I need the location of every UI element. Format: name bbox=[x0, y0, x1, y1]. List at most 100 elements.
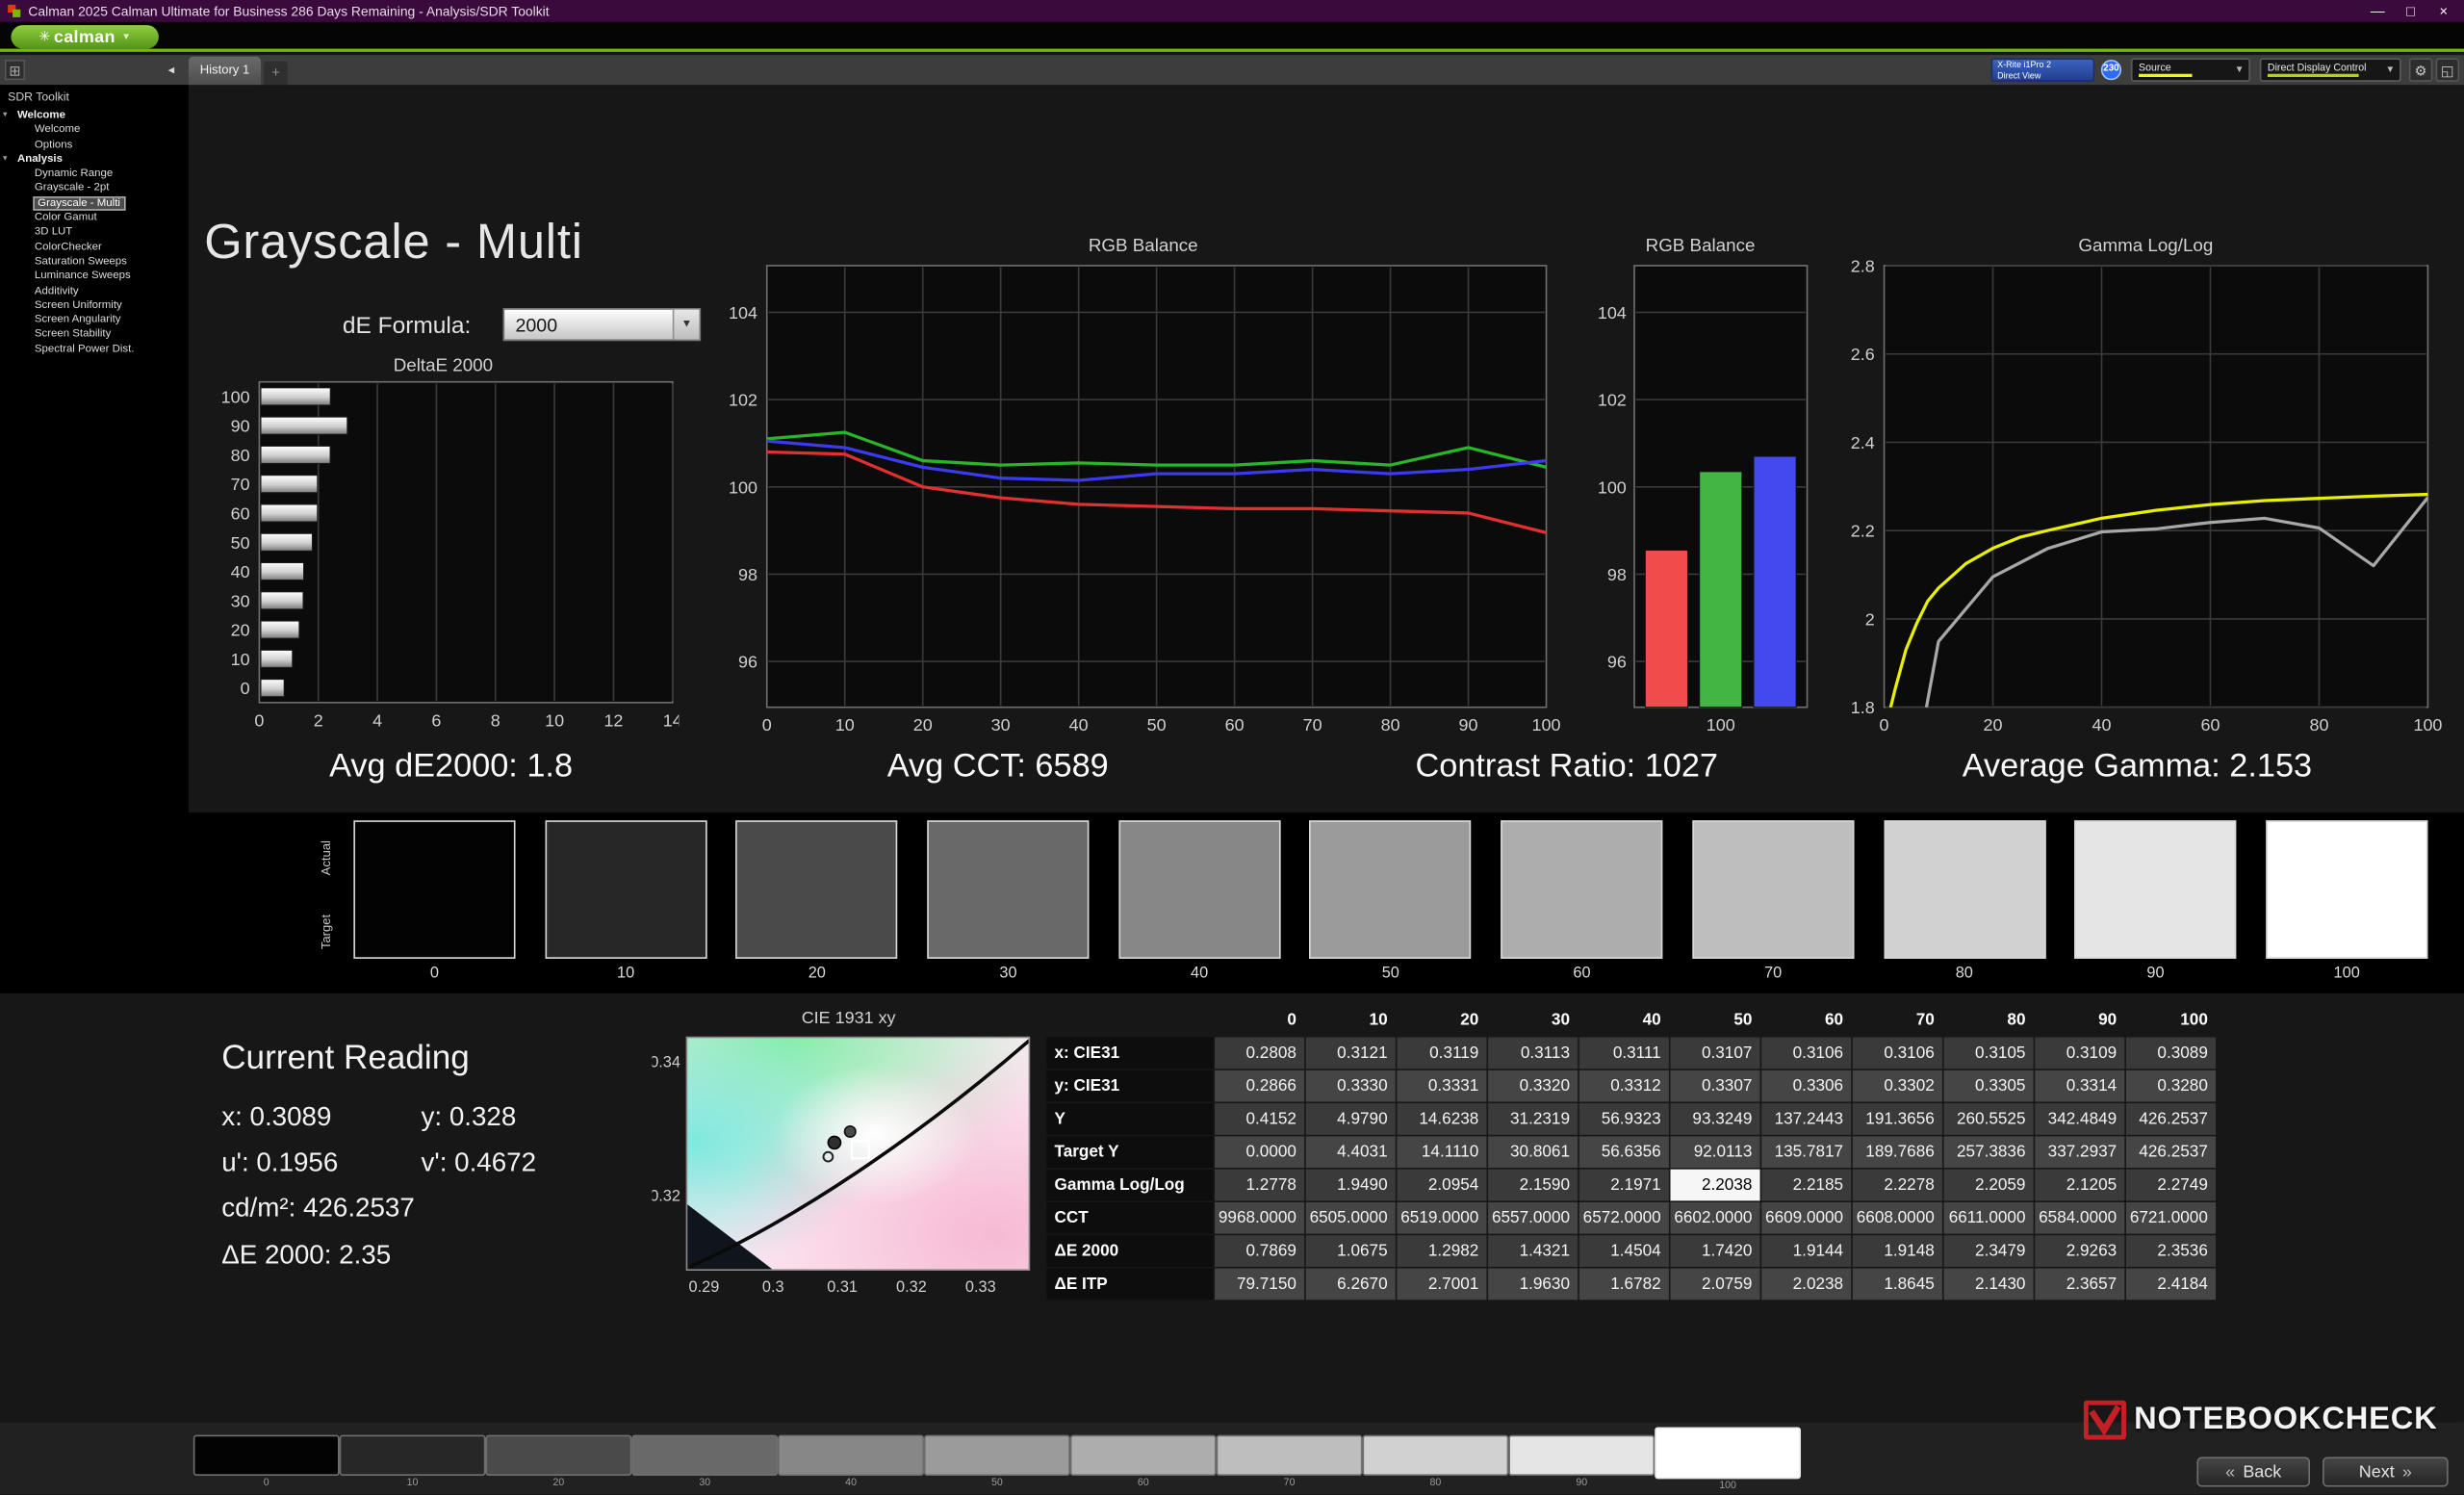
sidebar-item-grayscale-2pt[interactable]: Grayscale - 2pt bbox=[0, 182, 189, 196]
thumbnail-level-label: 10 bbox=[406, 1477, 419, 1489]
close-icon[interactable]: × bbox=[2431, 0, 2456, 22]
maximize-icon[interactable]: □ bbox=[2398, 0, 2423, 22]
sidebar-item-luminance-sweeps[interactable]: Luminance Sweeps bbox=[0, 270, 189, 284]
thumbnail-level-label: 0 bbox=[263, 1477, 270, 1489]
sidebar-item-dynamic-range[interactable]: Dynamic Range bbox=[0, 167, 189, 181]
level-thumbnail-40[interactable]: 40 bbox=[778, 1434, 924, 1488]
sidebar-item-colorchecker[interactable]: ColorChecker bbox=[0, 240, 189, 254]
table-cell: 14.1110 bbox=[1397, 1136, 1487, 1169]
rgb-balance-line-chart: 96 98 100 102 104 0 10 20 30 40 50 60 70 80 90 100 bbox=[729, 265, 1561, 735]
calman-logo-button[interactable]: ✳ calman ▼ bbox=[11, 25, 159, 49]
grayscale-swatch-30: 30 bbox=[927, 820, 1090, 982]
table-col-header-40: 40 bbox=[1642, 1010, 1661, 1030]
table-row-label: ΔE ITP bbox=[1046, 1268, 1214, 1301]
screen-icon[interactable]: ◱ bbox=[2435, 58, 2460, 82]
table-row-label: ΔE 2000 bbox=[1046, 1235, 1214, 1267]
table-cell: 2.9263 bbox=[2035, 1235, 2125, 1267]
sidebar-item-options[interactable]: Options bbox=[0, 138, 189, 152]
deltae-chart-title: DeltaE 2000 bbox=[393, 356, 494, 376]
table-cell: 0.3331 bbox=[1397, 1070, 1487, 1102]
meter-select-button[interactable]: X-Rite i1Pro 2 Direct View bbox=[1990, 58, 2095, 82]
sidebar-item-color-gamut[interactable]: Color Gamut bbox=[0, 211, 189, 225]
svg-text:102: 102 bbox=[1598, 391, 1627, 410]
swatch-level-label: 100 bbox=[2333, 965, 2360, 983]
display-control-dropdown[interactable]: Direct Display Control ▼ bbox=[2259, 58, 2401, 82]
grayscale-swatch-10: 10 bbox=[545, 820, 707, 982]
sidebar-item-3d-lut[interactable]: 3D LUT bbox=[0, 225, 189, 240]
notebookcheck-watermark: NOTEBOOKCHECK bbox=[2083, 1400, 2438, 1440]
thumbnail-level-label: 90 bbox=[1576, 1477, 1588, 1489]
sidebar-title: SDR Toolkit bbox=[8, 90, 69, 104]
svg-text:100: 100 bbox=[2413, 715, 2442, 735]
table-cell: 0.3109 bbox=[2035, 1037, 2125, 1070]
sidebar-group-analysis[interactable]: ▾ Analysis bbox=[0, 152, 189, 167]
sidebar-item-saturation-sweeps[interactable]: Saturation Sweeps bbox=[0, 254, 189, 269]
swatch-patch bbox=[2074, 820, 2237, 959]
swatch-patch bbox=[1692, 820, 1855, 959]
table-cell: 0.3106 bbox=[1852, 1037, 1942, 1070]
grayscale-swatch-60: 60 bbox=[1501, 820, 1663, 982]
window-title: Calman 2025 Calman Ultimate for Business… bbox=[28, 3, 550, 19]
table-cell: 1.2982 bbox=[1397, 1235, 1487, 1267]
table-cell: 0.3113 bbox=[1488, 1037, 1578, 1070]
svg-text:0: 0 bbox=[254, 710, 264, 730]
level-thumbnail-30[interactable]: 30 bbox=[631, 1434, 779, 1489]
level-thumbnail-100[interactable]: 100 bbox=[1655, 1427, 1802, 1492]
sidebar-item-additivity[interactable]: Additivity bbox=[0, 284, 189, 298]
next-label: Next bbox=[2358, 1462, 2395, 1482]
source-dropdown[interactable]: Source ▼ bbox=[2130, 58, 2250, 82]
table-cell: 0.0000 bbox=[1215, 1136, 1305, 1169]
sidebar-group-welcome[interactable]: ▾ Welcome bbox=[0, 109, 189, 123]
level-thumbnail-10[interactable]: 10 bbox=[339, 1434, 486, 1489]
thumbnail-level-label: 30 bbox=[699, 1477, 711, 1489]
minimize-icon[interactable]: — bbox=[2365, 0, 2390, 22]
avg-gamma-summary: Average Gamma: 2.153 bbox=[1962, 748, 2313, 785]
expander-icon: ▾ bbox=[3, 110, 8, 120]
avg-de-summary: Avg dE2000: 1.8 bbox=[329, 748, 574, 785]
svg-text:2: 2 bbox=[314, 710, 323, 730]
workspace-icon[interactable]: ⊞ bbox=[4, 60, 26, 81]
swatch-level-label: 70 bbox=[1764, 965, 1783, 983]
level-thumbnail-0[interactable]: 0 bbox=[192, 1434, 340, 1489]
meter-count-badge: 230 bbox=[2100, 60, 2122, 81]
de-formula-dropdown[interactable]: 2000 ▼ bbox=[502, 307, 702, 342]
table-cell: 2.7001 bbox=[1397, 1268, 1487, 1301]
reading-y: y: 0.328 bbox=[421, 1101, 517, 1132]
sidebar-item-screen-angularity[interactable]: Screen Angularity bbox=[0, 313, 189, 327]
table-cell: 4.4031 bbox=[1305, 1136, 1396, 1169]
thumbnail-level-label: 100 bbox=[1719, 1480, 1736, 1492]
level-thumbnail-80[interactable]: 80 bbox=[1362, 1434, 1509, 1488]
table-cell: 0.3280 bbox=[2125, 1070, 2217, 1102]
collapse-left-icon[interactable]: ◂ bbox=[162, 60, 181, 80]
level-thumbnail-50[interactable]: 50 bbox=[923, 1434, 1070, 1488]
sidebar-item-spectral-power-dist[interactable]: Spectral Power Dist. bbox=[0, 343, 189, 357]
gear-icon[interactable]: ⚙ bbox=[2408, 58, 2433, 82]
chevron-down-icon: ▼ bbox=[121, 32, 131, 42]
table-cell: 6.2670 bbox=[1305, 1268, 1396, 1301]
level-thumbnail-90[interactable]: 90 bbox=[1508, 1434, 1656, 1489]
sidebar-item-welcome[interactable]: Welcome bbox=[0, 123, 189, 138]
level-thumbnail-60[interactable]: 60 bbox=[1069, 1434, 1217, 1488]
thumbnail-patch bbox=[1655, 1427, 1802, 1480]
swatch-patch bbox=[353, 820, 516, 959]
svg-text:0.29: 0.29 bbox=[689, 1278, 720, 1296]
sidebar-item-screen-uniformity[interactable]: Screen Uniformity bbox=[0, 298, 189, 313]
thumbnail-patch bbox=[485, 1434, 632, 1477]
svg-text:80: 80 bbox=[231, 446, 250, 465]
new-tab-button[interactable]: + bbox=[264, 61, 288, 86]
swatch-level-label: 80 bbox=[1955, 965, 1973, 983]
sidebar-item-grayscale-multi[interactable]: Grayscale - Multi bbox=[0, 195, 189, 211]
tab-history-1[interactable]: History 1 bbox=[188, 56, 262, 86]
sidebar-item-screen-stability[interactable]: Screen Stability bbox=[0, 327, 189, 342]
table-cell: 0.7869 bbox=[1215, 1235, 1305, 1267]
target-row-label: Target bbox=[319, 915, 334, 950]
svg-text:0.32: 0.32 bbox=[653, 1187, 680, 1204]
level-thumbnail-20[interactable]: 20 bbox=[485, 1434, 632, 1489]
next-button[interactable]: Next » bbox=[2323, 1456, 2449, 1487]
back-button[interactable]: « Back bbox=[2196, 1456, 2310, 1487]
thumbnail-level-label: 20 bbox=[552, 1477, 565, 1489]
level-thumbnail-70[interactable]: 70 bbox=[1216, 1434, 1363, 1488]
table-cell: 426.2537 bbox=[2125, 1136, 2217, 1169]
table-cell: 2.0759 bbox=[1670, 1268, 1760, 1301]
svg-text:12: 12 bbox=[603, 710, 623, 730]
